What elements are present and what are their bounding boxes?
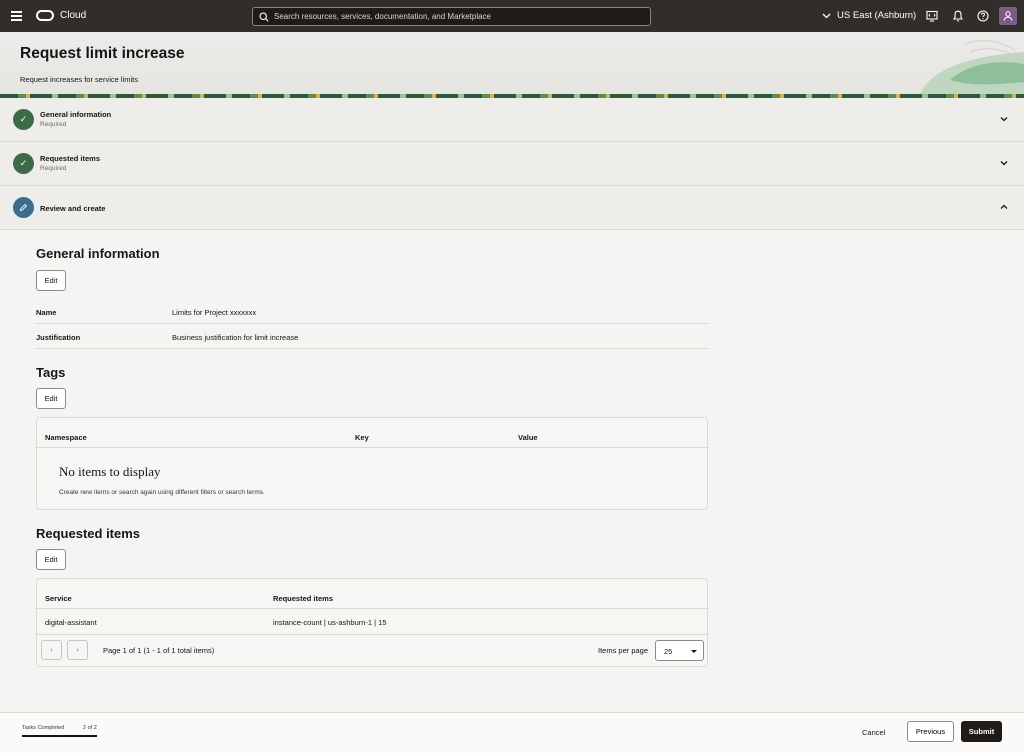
cancel-button[interactable]: Cancel (862, 728, 885, 737)
top-navigation-bar: Cloud US East (Ashburn) (0, 0, 1024, 32)
section-heading-general-information: General information (36, 246, 160, 261)
table-row: digital-assistant instance-count | us-as… (37, 609, 707, 635)
empty-state-message: Create new items or search again using d… (59, 489, 265, 496)
tasks-completed-count: 2 of 2 (83, 725, 97, 731)
edit-general-information-button[interactable]: Edit (36, 270, 66, 291)
column-header-requested-items[interactable]: Requested items (273, 594, 333, 603)
user-avatar[interactable] (999, 7, 1017, 25)
next-page-button[interactable]: › (67, 640, 88, 660)
requested-items-table: Service Requested items digital-assistan… (36, 578, 708, 667)
search-input[interactable] (274, 12, 634, 21)
code-editor-icon[interactable] (925, 9, 939, 23)
table-header: Service Requested items (37, 579, 707, 609)
submit-button[interactable]: Submit (961, 721, 1002, 742)
step-requested-items[interactable]: ✓ Requested items Required (0, 142, 1024, 186)
chevron-down-icon (822, 13, 831, 18)
check-icon: ✓ (13, 153, 34, 174)
chevron-down-icon[interactable] (999, 114, 1009, 124)
search-bar[interactable] (252, 7, 651, 26)
section-heading-requested-items: Requested items (36, 526, 141, 541)
tasks-progress-fill (22, 735, 97, 737)
step-status: Required (40, 165, 67, 172)
step-review-and-create[interactable]: Review and create (0, 186, 1024, 230)
oracle-logo[interactable] (36, 10, 54, 21)
menu-icon[interactable] (11, 11, 22, 21)
cell-requested-items: instance-count | us-ashburn-1 | 15 (273, 618, 387, 627)
step-status: Required (40, 121, 67, 128)
chevron-down-icon[interactable] (999, 158, 1009, 168)
column-header-namespace[interactable]: Namespace (45, 433, 87, 442)
pagination: ‹ › Page 1 of 1 (1 - 1 of 1 total items)… (37, 635, 707, 666)
bell-icon[interactable] (951, 9, 965, 23)
previous-button[interactable]: Previous (907, 721, 954, 742)
region-selector[interactable]: US East (Ashburn) (822, 10, 916, 21)
page-subtitle: Request increases for service limits (20, 75, 138, 84)
step-general-information[interactable]: ✓ General information Required (0, 98, 1024, 142)
column-header-service[interactable]: Service (45, 594, 72, 603)
pagination-summary: Page 1 of 1 (1 - 1 of 1 total items) (103, 646, 215, 655)
items-per-page-value: 25 (664, 647, 673, 656)
region-label: US East (Ashburn) (837, 10, 917, 21)
field-label: Justification (36, 333, 81, 342)
pencil-icon (13, 197, 34, 218)
field-label: Name (36, 308, 57, 317)
tasks-progress-bar (22, 735, 97, 737)
check-icon: ✓ (13, 109, 34, 130)
empty-state: No items to display Create new items or … (37, 448, 707, 509)
column-header-key[interactable]: Key (355, 433, 369, 442)
edit-tags-button[interactable]: Edit (36, 388, 66, 409)
edit-requested-items-button[interactable]: Edit (36, 549, 66, 570)
tags-table: Namespace Key Value No items to display … (36, 417, 708, 510)
wizard-footer: Tasks Completed 2 of 2 Cancel Previous S… (0, 712, 1024, 753)
chevron-right-icon: › (76, 646, 79, 654)
brand-name[interactable]: Cloud (60, 10, 86, 21)
empty-state-title: No items to display (59, 464, 161, 479)
chevron-left-icon: ‹ (50, 646, 53, 654)
field-value: Business justification for limit increas… (172, 333, 299, 342)
field-value: Limits for Project xxxxxxx (172, 308, 257, 317)
step-title: General information (40, 110, 112, 119)
step-title: Review and create (40, 204, 106, 213)
decorative-leaf-illustration (920, 40, 1024, 94)
tasks-completed-label: Tasks Completed (22, 725, 65, 731)
items-per-page-select[interactable]: 25 (655, 640, 704, 661)
search-icon (259, 11, 269, 22)
user-icon (1003, 11, 1013, 21)
step-title: Requested items (40, 154, 101, 163)
cell-service: digital-assistant (45, 618, 97, 627)
section-heading-tags: Tags (36, 365, 66, 380)
column-header-value[interactable]: Value (518, 433, 538, 442)
previous-page-button[interactable]: ‹ (41, 640, 62, 660)
items-per-page-label: Items per page (598, 646, 649, 655)
field-row-name: Name Limits for Project xxxxxxx (36, 299, 708, 324)
table-header: Namespace Key Value (37, 418, 707, 448)
help-icon[interactable] (976, 9, 990, 23)
page-header: Request limit increase Request increases… (0, 32, 1024, 98)
chevron-up-icon[interactable] (999, 202, 1009, 212)
field-row-justification: Justification Business justification for… (36, 324, 708, 349)
page-title: Request limit increase (20, 45, 185, 62)
caret-down-icon (691, 650, 697, 653)
